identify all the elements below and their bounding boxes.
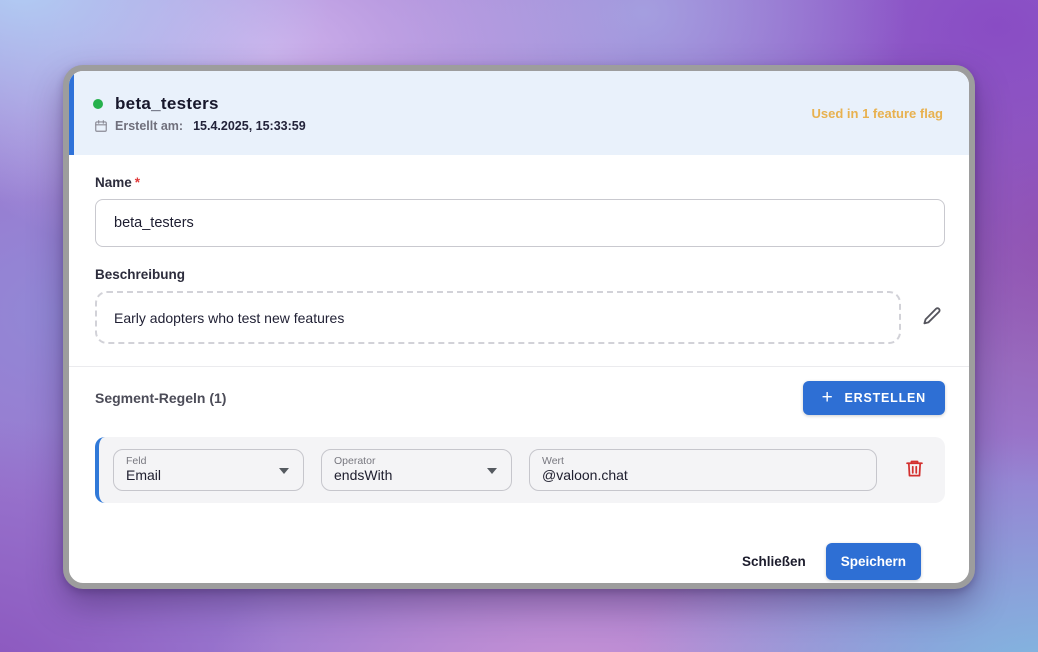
desktop-background: { "modal": { "header": { "title": "beta_… [0, 0, 1038, 652]
header-left: beta_testers Erstellt am: 15.4.2025, 15:… [93, 94, 306, 133]
name-label: Name * [95, 175, 141, 190]
operator-select-label: Operator [334, 455, 376, 468]
rules-section-title: Segment-Regeln (1) [95, 390, 227, 406]
edit-description-button[interactable] [919, 303, 945, 332]
created-at-label: Erstellt am: [115, 118, 184, 133]
name-input[interactable] [95, 199, 945, 247]
dialog-footer: Schließen Speichern [95, 543, 945, 580]
created-at-value: 15.4.2025, 15:33:59 [193, 118, 306, 133]
create-rule-label: ERSTELLEN [844, 391, 926, 405]
rule-operator-select[interactable]: Operator endsWith [321, 449, 512, 491]
required-asterisk: * [134, 175, 141, 190]
field-select-value: Email [126, 467, 162, 484]
create-rule-button[interactable]: + ERSTELLEN [802, 381, 945, 415]
pencil-icon [921, 305, 943, 330]
operator-select-value: endsWith [334, 467, 393, 484]
value-field-label: Wert [542, 455, 564, 468]
save-button[interactable]: Speichern [825, 543, 921, 580]
rule-row: Feld Email Operator endsWith Wert [95, 437, 945, 503]
rule-value-field: Wert [529, 449, 877, 491]
chevron-down-icon [279, 468, 289, 474]
field-select-label: Feld [126, 455, 147, 468]
dialog-body: Name* Beschreibung Early adopters who te… [69, 175, 969, 580]
calendar-icon [94, 119, 108, 133]
rule-value-input[interactable] [542, 467, 864, 485]
segment-dialog: beta_testers Erstellt am: 15.4.2025, 15:… [63, 65, 975, 589]
plus-icon: + [821, 386, 834, 408]
status-dot [93, 98, 103, 109]
trash-icon [904, 458, 925, 482]
description-box[interactable]: Early adopters who test new features [95, 291, 901, 344]
usage-badge: Used in 1 feature flag [811, 105, 943, 121]
chevron-down-icon [487, 468, 497, 474]
description-label: Beschreibung [95, 267, 186, 282]
close-button[interactable]: Schließen [728, 544, 820, 579]
delete-rule-button[interactable] [902, 456, 927, 484]
segment-title: beta_testers [115, 93, 219, 113]
dialog-header: beta_testers Erstellt am: 15.4.2025, 15:… [69, 71, 969, 155]
rule-field-select[interactable]: Feld Email [113, 449, 304, 491]
section-divider [69, 366, 969, 367]
